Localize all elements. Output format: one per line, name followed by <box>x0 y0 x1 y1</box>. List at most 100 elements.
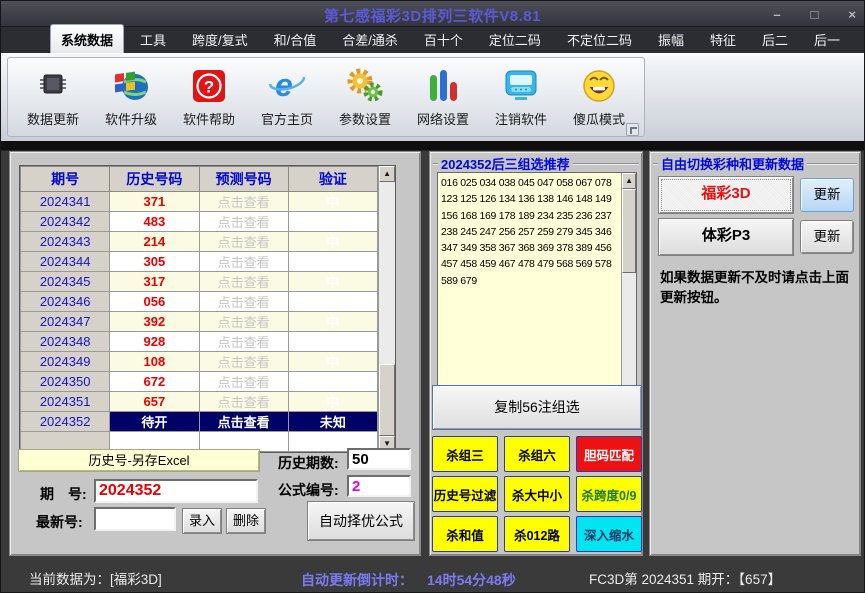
history-table: 期号历史号码预测号码验证 2024341371点击查看中2024342483点击… <box>20 166 378 452</box>
filter-button-杀大中小[interactable]: 杀大中小 <box>504 476 570 512</box>
tab-后一[interactable]: 后一 <box>804 25 850 53</box>
period-cell: 2024343 <box>21 232 110 252</box>
tab-后二[interactable]: 后二 <box>752 25 798 53</box>
toolbar-item-label: 注销软件 <box>482 109 560 128</box>
table-row[interactable]: 2024343214点击查看中 <box>21 232 378 252</box>
filter-button-深入缩水[interactable]: 深入缩水 <box>576 516 642 552</box>
tab-特征[interactable]: 特征 <box>700 25 746 53</box>
update-fc3d-button[interactable]: 更新 <box>800 178 854 212</box>
table-row[interactable]: 2024341371点击查看中 <box>21 192 378 212</box>
table-row[interactable]: 2024344305点击查看中 <box>21 252 378 272</box>
tab-跨度/复式[interactable]: 跨度/复式 <box>182 25 258 53</box>
enter-button[interactable]: 录入 <box>182 508 222 534</box>
predict-cell[interactable]: 点击查看 <box>199 392 288 412</box>
tab-计划[interactable]: 计划 <box>856 25 865 53</box>
tab-百十个[interactable]: 百十个 <box>414 25 473 53</box>
tab-工具[interactable]: 工具 <box>130 25 176 53</box>
countdown-status: 自动更新倒计时： 14时54分48秒 <box>301 566 516 593</box>
scroll-thumb[interactable] <box>622 189 636 273</box>
recommend-numbers-textarea[interactable]: 016 025 034 038 045 047 058 067 078 123 … <box>438 173 621 401</box>
tab-定位二码[interactable]: 定位二码 <box>479 25 551 53</box>
filter-button-历史号过滤[interactable]: 历史号过滤 <box>432 476 498 512</box>
filter-button-杀和值[interactable]: 杀和值 <box>432 516 498 552</box>
table-row[interactable]: 2024351657点击查看中 <box>21 392 378 412</box>
filter-button-杀012路[interactable]: 杀012路 <box>504 516 570 552</box>
table-row[interactable]: 2024347392点击查看中 <box>21 312 378 332</box>
tab-不定位二码[interactable]: 不定位二码 <box>557 25 642 53</box>
period-input[interactable] <box>94 479 258 503</box>
table-row[interactable]: 2024342483点击查看中 <box>21 212 378 232</box>
column-header: 期号 <box>21 167 110 192</box>
svg-text:?: ? <box>204 78 214 97</box>
toolbar-item-网络设置[interactable]: 网络设置 <box>404 63 482 136</box>
predict-cell[interactable]: 点击查看 <box>199 412 288 432</box>
latest-number-label: 最新号: <box>36 512 83 532</box>
scroll-thumb[interactable] <box>379 364 395 436</box>
predict-cell[interactable]: 点击查看 <box>199 292 288 312</box>
recommend-title: 2024352后三组选推荐 <box>441 154 570 173</box>
toolbar-item-参数设置[interactable]: 参数设置 <box>326 63 404 136</box>
formula-number-input[interactable] <box>347 475 411 497</box>
upgrade-icon <box>92 63 170 109</box>
history-number-cell: 483 <box>110 212 199 232</box>
predict-cell[interactable]: 点击查看 <box>199 192 288 212</box>
toolbar-item-软件帮助[interactable]: ?软件帮助 <box>170 63 248 136</box>
predict-cell[interactable]: 点击查看 <box>199 232 288 252</box>
tcp3-button[interactable]: 体彩P3 <box>658 218 794 256</box>
history-number-cell: 305 <box>110 252 199 272</box>
predict-cell[interactable]: 点击查看 <box>199 212 288 232</box>
main-area: 期号历史号码预测号码验证 2024341371点击查看中2024342483点击… <box>1 141 864 566</box>
history-number-cell: 214 <box>110 232 199 252</box>
smiley-icon <box>560 63 638 109</box>
delete-button[interactable]: 删除 <box>226 508 266 534</box>
maximize-icon[interactable]: □ <box>811 7 819 22</box>
close-icon[interactable]: × <box>848 7 856 22</box>
formula-number-label: 公式编号: <box>278 480 339 500</box>
auto-formula-button[interactable]: 自动择优公式 <box>307 501 415 541</box>
verify-cell: 中 <box>288 212 377 232</box>
minimize-icon[interactable]: – <box>773 7 780 22</box>
save-excel-button[interactable]: 历史号-另存Excel <box>18 449 260 472</box>
table-row[interactable]: 2024350672点击查看中 <box>21 372 378 392</box>
copy-groups-button[interactable]: 复制56注组选 <box>432 385 642 430</box>
period-cell: 2024350 <box>21 372 110 392</box>
tab-振幅[interactable]: 振幅 <box>648 25 694 53</box>
period-cell: 2024351 <box>21 392 110 412</box>
toolbar-item-数据更新[interactable]: 数据更新 <box>14 63 92 136</box>
tab-和/合值[interactable]: 和/合值 <box>264 25 327 53</box>
update-tcp3-button[interactable]: 更新 <box>800 220 854 254</box>
predict-cell[interactable]: 点击查看 <box>199 372 288 392</box>
toolbar-item-官方主页[interactable]: e官方主页 <box>248 63 326 136</box>
filter-button-杀跨度0/9[interactable]: 杀跨度0/9 <box>576 476 642 512</box>
predict-cell[interactable]: 点击查看 <box>199 352 288 372</box>
toolbar-item-注销软件[interactable]: 注销软件 <box>482 63 560 136</box>
table-row[interactable]: 2024345317点击查看中 <box>21 272 378 292</box>
filter-button-杀组六[interactable]: 杀组六 <box>504 436 570 472</box>
toolbar-item-label: 软件升级 <box>92 109 170 128</box>
column-header: 历史号码 <box>110 167 199 192</box>
table-row[interactable]: 2024346056点击查看中 <box>21 292 378 312</box>
recommend-numbers-container: 016 025 034 038 045 047 058 067 078 123 … <box>437 172 637 402</box>
predict-cell[interactable]: 点击查看 <box>199 252 288 272</box>
tab-合差/通杀[interactable]: 合差/通杀 <box>332 25 408 53</box>
scroll-up-icon[interactable]: ▲ <box>379 166 395 182</box>
filter-button-杀组三[interactable]: 杀组三 <box>432 436 498 472</box>
tab-系统数据[interactable]: 系统数据 <box>50 24 124 53</box>
fc3d-button[interactable]: 福彩3D <box>658 176 794 214</box>
window-title: 第七感福彩3D排列三软件V8.81 <box>1 5 864 26</box>
switch-title-row: 自由切换彩种和更新数据 <box>653 154 857 173</box>
predict-cell[interactable]: 点击查看 <box>199 312 288 332</box>
status-bar: 当前数据为：[福彩3D] 自动更新倒计时： 14时54分48秒 FC3D第 20… <box>1 566 864 593</box>
predict-cell[interactable]: 点击查看 <box>199 272 288 292</box>
table-row[interactable]: 2024348928点击查看中 <box>21 332 378 352</box>
table-scrollbar: ▲ ▼ <box>378 166 395 452</box>
ribbon-dialog-launcher-icon[interactable] <box>626 123 639 136</box>
table-row[interactable]: 2024349108点击查看中 <box>21 352 378 372</box>
predict-cell[interactable]: 点击查看 <box>199 332 288 352</box>
toolbar-item-软件升级[interactable]: 软件升级 <box>92 63 170 136</box>
scroll-up-icon[interactable]: ▲ <box>622 173 636 189</box>
history-count-input[interactable] <box>347 448 411 470</box>
latest-number-input[interactable] <box>94 507 176 531</box>
filter-button-胆码匹配[interactable]: 胆码匹配 <box>576 436 642 472</box>
table-row[interactable]: 2024352待开点击查看未知 <box>21 412 378 432</box>
